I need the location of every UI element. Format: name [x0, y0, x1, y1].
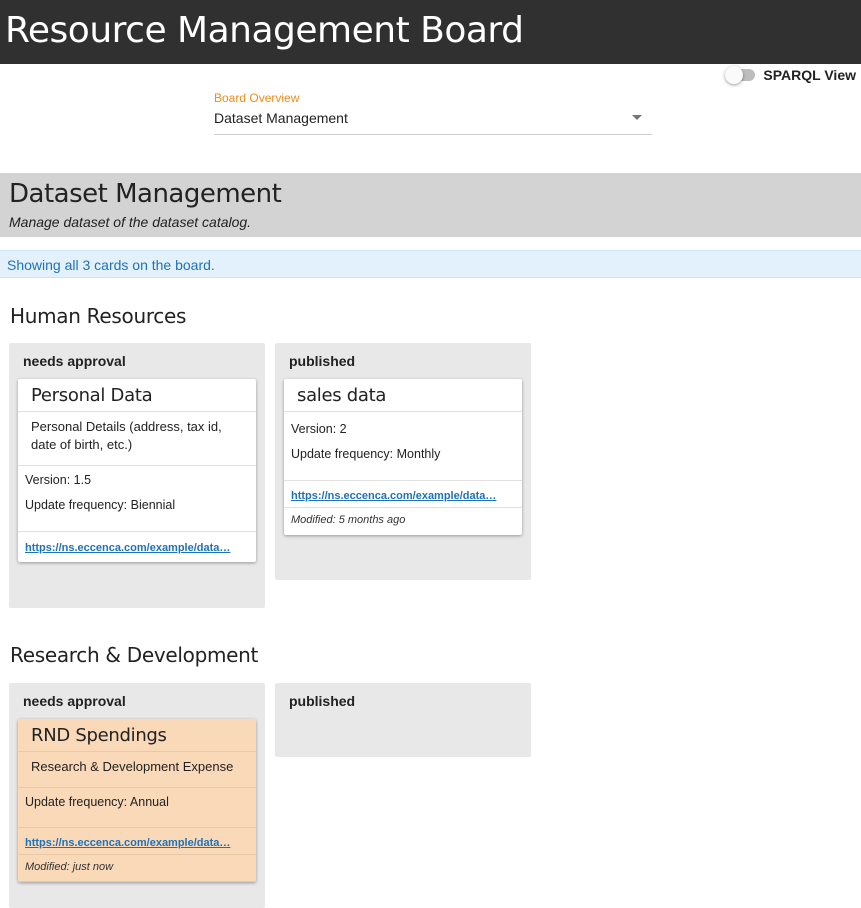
card-rnd-spendings[interactable]: RND Spendings Research & Development Exp… [18, 719, 256, 882]
column-title: published [289, 353, 356, 369]
board-title: Dataset Management [9, 179, 282, 209]
card-sales-data[interactable]: sales data Version: 2 Update frequency: … [284, 379, 522, 535]
card-update-frequency: Update frequency: Biennial [25, 498, 176, 512]
card-link-section: https://ns.eccenca.com/example/data… [284, 481, 522, 508]
column-needs-approval: needs approval RND Spendings Research & … [9, 683, 265, 908]
section-title-research-development: Research & Development [10, 643, 259, 667]
info-banner: Showing all 3 cards on the board. [0, 250, 861, 278]
card-version: Version: 1.5 [25, 473, 92, 487]
toggle-thumb[interactable] [725, 66, 744, 84]
card-description: Personal Details (address, tax id, date … [18, 412, 256, 466]
column-published: published [275, 683, 531, 757]
chevron-down-icon[interactable] [632, 115, 642, 120]
card-metadata: Version: 1.5 Update frequency: Biennial [18, 466, 256, 532]
card-update-frequency: Update frequency: Monthly [291, 447, 441, 461]
card-update-frequency: Update frequency: Annual [25, 795, 169, 809]
info-text: Showing all 3 cards on the board. [7, 257, 215, 273]
card-modified: Modified: just now [18, 855, 256, 882]
card-metadata: Version: 2 Update frequency: Monthly [284, 412, 522, 481]
app-bar: Resource Management Board [0, 0, 861, 64]
section-title-human-resources: Human Resources [10, 304, 187, 328]
card-metadata: Update frequency: Annual [18, 788, 256, 828]
card-title: Personal Data [18, 379, 256, 412]
card-link-section: https://ns.eccenca.com/example/data… [18, 828, 256, 855]
column-published: published sales data Version: 2 Update f… [275, 343, 531, 580]
card-version: Version: 2 [291, 422, 347, 436]
board-description: Manage dataset of the dataset catalog. [9, 214, 252, 230]
toggle-switch[interactable] [725, 66, 756, 84]
column-title: published [289, 693, 356, 709]
card-description: Research & Development Expense [18, 752, 256, 788]
card-link-section: https://ns.eccenca.com/example/data… [18, 532, 256, 562]
sparql-view-toggle[interactable]: SPARQL View [725, 66, 856, 84]
card-modified: Modified: 5 months ago [291, 514, 406, 526]
board-overview-label: Board Overview [214, 91, 300, 105]
card-link[interactable]: https://ns.eccenca.com/example/data… [291, 490, 496, 502]
board-header: Dataset Management Manage dataset of the… [0, 173, 861, 237]
column-title: needs approval [23, 693, 126, 709]
card-title: RND Spendings [18, 719, 256, 752]
card-personal-data[interactable]: Personal Data Personal Details (address,… [18, 379, 256, 562]
column-needs-approval: needs approval Personal Data Personal De… [9, 343, 265, 608]
column-title: needs approval [23, 353, 126, 369]
board-overview-select[interactable]: Board Overview Dataset Management [214, 91, 652, 135]
card-link[interactable]: https://ns.eccenca.com/example/data… [25, 837, 230, 849]
app-title: Resource Management Board [5, 10, 524, 51]
board-overview-value[interactable]: Dataset Management [214, 110, 652, 130]
sparql-view-label: SPARQL View [763, 67, 856, 83]
card-title: sales data [284, 379, 522, 412]
card-link[interactable]: https://ns.eccenca.com/example/data… [25, 542, 230, 554]
